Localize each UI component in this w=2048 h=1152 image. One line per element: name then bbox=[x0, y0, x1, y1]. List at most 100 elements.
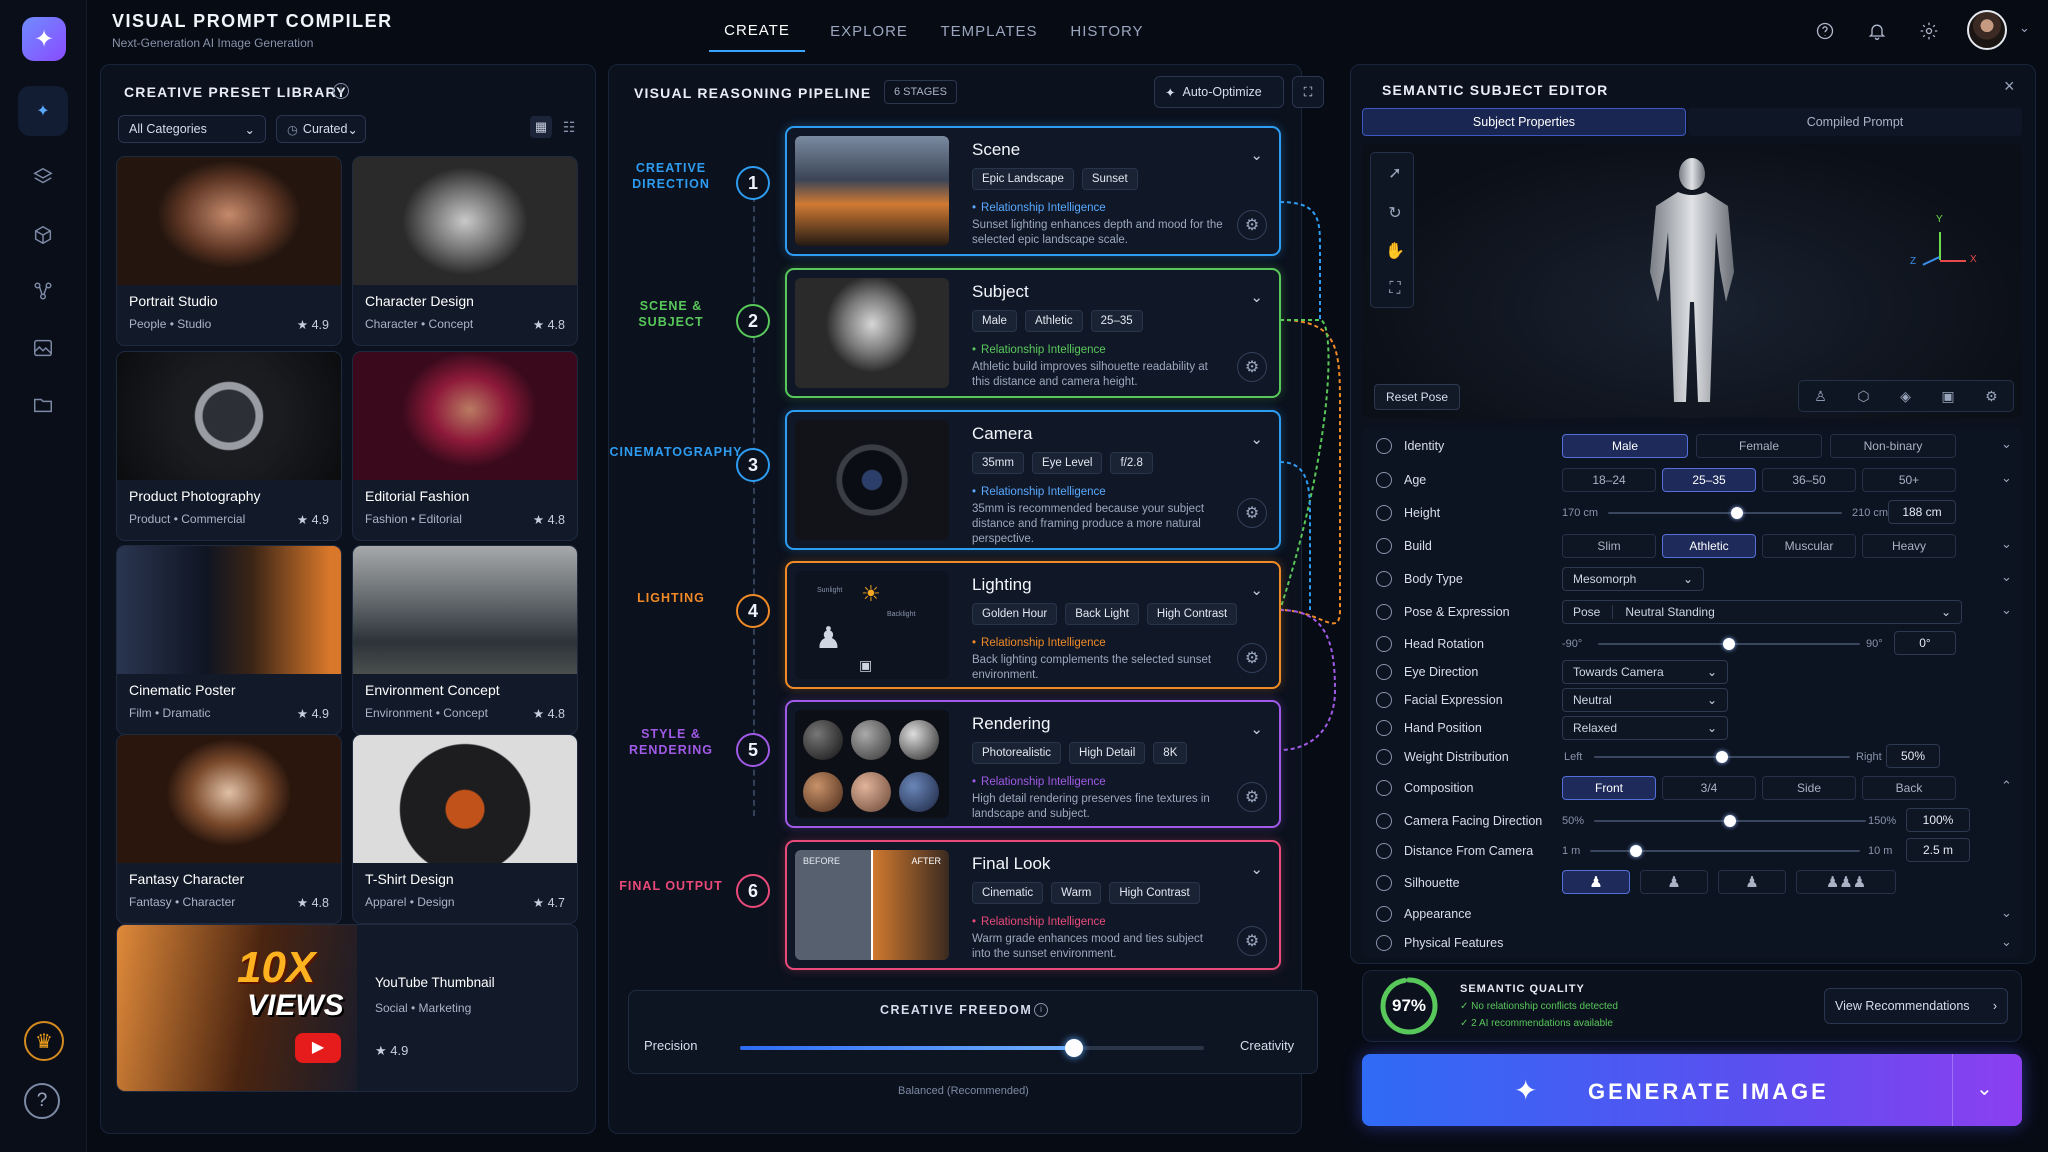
info-icon[interactable]: i bbox=[333, 83, 349, 99]
fit-view-icon[interactable]: ⛶ bbox=[1378, 272, 1412, 306]
freedom-slider-knob[interactable] bbox=[1065, 1039, 1084, 1057]
cursor-icon[interactable]: ➚ bbox=[1378, 156, 1412, 190]
stage-settings-icon[interactable]: ⚙ bbox=[1237, 782, 1267, 812]
stage-settings-icon[interactable]: ⚙ bbox=[1237, 926, 1267, 956]
build-heavy[interactable]: Heavy bbox=[1862, 534, 1956, 558]
view-recommendations-button[interactable]: View Recommendations › bbox=[1824, 988, 2008, 1024]
stage-card-scene[interactable]: Scene Epic LandscapeSunset Relationship … bbox=[785, 126, 1281, 256]
stage-card-final[interactable]: BEFORE AFTER Final Look Cinematic Warm Hig… bbox=[785, 840, 1281, 970]
stage-settings-icon[interactable]: ⚙ bbox=[1237, 352, 1267, 382]
build-muscular[interactable]: Muscular bbox=[1762, 534, 1856, 558]
composition-three-quarter[interactable]: 3/4 bbox=[1662, 776, 1756, 800]
chevron-down-icon[interactable]: ⌄ bbox=[1250, 720, 1263, 738]
category-dropdown[interactable]: All Categories ⌄ bbox=[118, 115, 266, 143]
gear-icon[interactable] bbox=[1914, 16, 1944, 46]
stage-settings-icon[interactable]: ⚙ bbox=[1237, 643, 1267, 673]
rail-cube-icon[interactable] bbox=[18, 210, 68, 260]
distance-knob[interactable] bbox=[1629, 845, 1642, 857]
body-type-dropdown[interactable]: Mesomorph ⌄ bbox=[1562, 567, 1704, 591]
age-36-50[interactable]: 36–50 bbox=[1762, 468, 1856, 492]
chevron-down-icon[interactable]: ⌄ bbox=[2001, 602, 2012, 618]
facing-knob[interactable] bbox=[1724, 815, 1736, 827]
rotate-icon[interactable]: ↻ bbox=[1378, 196, 1412, 230]
build-athletic[interactable]: Athletic bbox=[1662, 534, 1756, 558]
preset-card-portrait[interactable]: Portrait Studio People • Studio ★ 4.9 bbox=[116, 156, 342, 346]
crown-icon[interactable]: ♛ bbox=[24, 1021, 64, 1061]
hand-position-dropdown[interactable]: Relaxed ⌄ bbox=[1562, 716, 1728, 740]
nav-history[interactable]: HISTORY bbox=[1057, 10, 1157, 52]
stage-card-camera[interactable]: Camera 35mmEye Levelf/2.8 Relationship I… bbox=[785, 410, 1281, 550]
rail-layers-icon[interactable] bbox=[18, 152, 68, 202]
facing-input[interactable]: 100% bbox=[1906, 808, 1970, 832]
chevron-down-icon[interactable]: ⌄ bbox=[2019, 20, 2030, 36]
facial-expression-dropdown[interactable]: Neutral ⌄ bbox=[1562, 688, 1728, 712]
tab-compiled-prompt[interactable]: Compiled Prompt bbox=[1688, 108, 2022, 136]
silhouette-group-icon[interactable]: ♟♟♟ bbox=[1796, 870, 1896, 894]
preset-card-fashion[interactable]: Editorial Fashion Fashion • Editorial ★ … bbox=[352, 351, 578, 541]
head-rotation-knob[interactable] bbox=[1723, 638, 1735, 650]
chevron-down-icon[interactable]: ⌄ bbox=[1976, 1076, 1993, 1101]
chevron-down-icon[interactable]: ⌄ bbox=[2001, 905, 2012, 921]
preset-card-tshirt[interactable]: T-Shirt Design Apparel • Design ★ 4.7 bbox=[352, 734, 578, 924]
chevron-down-icon[interactable]: ⌄ bbox=[2001, 934, 2012, 950]
generate-image-button[interactable]: ✦ GENERATE IMAGE ⌄ bbox=[1362, 1054, 2022, 1126]
identity-female[interactable]: Female bbox=[1696, 434, 1822, 458]
preset-card-youtube[interactable]: 10X VIEWS ▶ YouTube Thumbnail Social • M… bbox=[116, 924, 578, 1092]
weight-input[interactable]: 50% bbox=[1886, 744, 1940, 768]
age-18-24[interactable]: 18–24 bbox=[1562, 468, 1656, 492]
nav-explore[interactable]: EXPLORE bbox=[821, 10, 917, 52]
stage-node-2[interactable]: 2 bbox=[736, 304, 770, 338]
figure-icon[interactable]: ♙ bbox=[1814, 388, 1827, 405]
list-view-icon[interactable]: ☷ bbox=[558, 116, 580, 138]
silhouette-wide-icon[interactable]: ♟ bbox=[1718, 870, 1786, 894]
stage-card-subject[interactable]: Subject MaleAthletic25–35 Relationship I… bbox=[785, 268, 1281, 398]
preset-card-product[interactable]: Product Photography Product • Commercial… bbox=[116, 351, 342, 541]
silhouette-medium-icon[interactable]: ♟ bbox=[1640, 870, 1708, 894]
cube-icon[interactable]: ⬡ bbox=[1857, 388, 1869, 405]
height-slider[interactable] bbox=[1608, 512, 1842, 514]
height-value-input[interactable]: 188 cm bbox=[1888, 500, 1956, 524]
chevron-up-icon[interactable]: ⌃ bbox=[2001, 778, 2012, 794]
stage-node-1[interactable]: 1 bbox=[736, 166, 770, 200]
settings-icon[interactable]: ⚙ bbox=[1985, 388, 1998, 405]
eye-direction-dropdown[interactable]: Towards Camera ⌄ bbox=[1562, 660, 1728, 684]
stage-node-4[interactable]: 4 bbox=[736, 594, 770, 628]
help-circle-icon[interactable] bbox=[1810, 16, 1840, 46]
sort-dropdown[interactable]: ◷ Curated ⌄ bbox=[276, 115, 366, 143]
composition-front[interactable]: Front bbox=[1562, 776, 1656, 800]
chevron-down-icon[interactable]: ⌄ bbox=[2001, 536, 2012, 552]
chevron-down-icon[interactable]: ⌄ bbox=[2001, 569, 2012, 585]
distance-input[interactable]: 2.5 m bbox=[1906, 838, 1970, 862]
chevron-down-icon[interactable]: ⌄ bbox=[1250, 430, 1263, 448]
frame-icon[interactable]: ▣ bbox=[1941, 388, 1954, 405]
info-icon[interactable]: i bbox=[1034, 1003, 1048, 1017]
identity-nonbinary[interactable]: Non-binary bbox=[1830, 434, 1956, 458]
nav-create[interactable]: CREATE bbox=[709, 10, 805, 52]
chevron-down-icon[interactable]: ⌄ bbox=[2001, 436, 2012, 452]
chevron-down-icon[interactable]: ⌄ bbox=[1250, 288, 1263, 306]
silhouette-single-icon[interactable]: ♟ bbox=[1562, 870, 1630, 894]
chevron-down-icon[interactable]: ⌄ bbox=[1250, 146, 1263, 164]
wireframe-icon[interactable]: ◈ bbox=[1900, 388, 1911, 405]
preset-card-environment[interactable]: Environment Concept Environment • Concep… bbox=[352, 545, 578, 735]
chevron-down-icon[interactable]: ⌄ bbox=[1250, 581, 1263, 599]
chevron-down-icon[interactable]: ⌄ bbox=[2001, 470, 2012, 486]
rail-folder-icon[interactable] bbox=[18, 380, 68, 430]
pose-dropdown[interactable]: Pose Neutral Standing ⌄ bbox=[1562, 600, 1962, 624]
app-logo-icon[interactable]: ✦ bbox=[22, 17, 66, 61]
grid-view-icon[interactable]: ▦ bbox=[530, 116, 552, 138]
head-rotation-input[interactable]: 0° bbox=[1894, 631, 1956, 655]
auto-optimize-button[interactable]: ✦ Auto-Optimize bbox=[1154, 76, 1284, 108]
preset-card-cinematic[interactable]: Cinematic Poster Film • Dramatic ★ 4.9 bbox=[116, 545, 342, 735]
help-icon[interactable]: ? bbox=[24, 1083, 60, 1119]
age-50-plus[interactable]: 50+ bbox=[1862, 468, 1956, 492]
weight-knob[interactable] bbox=[1716, 751, 1728, 763]
3d-viewport[interactable]: Y X Z Reset Pose ♙ ⬡ ◈ ▣ ⚙ bbox=[1362, 144, 2022, 418]
close-icon[interactable]: × bbox=[2004, 76, 2015, 97]
composition-back[interactable]: Back bbox=[1862, 776, 1956, 800]
stage-card-rendering[interactable]: Rendering PhotorealisticHigh Detail8K Re… bbox=[785, 700, 1281, 828]
user-avatar[interactable] bbox=[1967, 10, 2007, 50]
fullscreen-button[interactable]: ⛶ bbox=[1292, 76, 1324, 108]
composition-side[interactable]: Side bbox=[1762, 776, 1856, 800]
stage-node-6[interactable]: 6 bbox=[736, 874, 770, 908]
